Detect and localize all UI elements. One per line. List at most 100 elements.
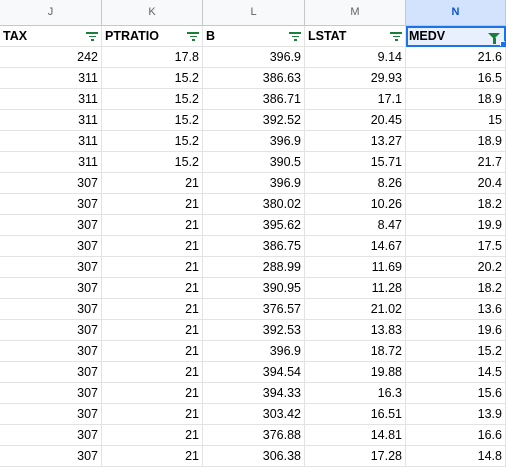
cell-b[interactable]: 390.95 (203, 278, 305, 299)
cell-lstat[interactable]: 17.28 (305, 446, 406, 467)
cell-ptratio[interactable]: 17.8 (102, 47, 203, 68)
cell-b[interactable]: 386.63 (203, 68, 305, 89)
cell-medv[interactable]: 18.2 (406, 278, 506, 299)
active-filter-icon[interactable] (488, 33, 500, 44)
cell-b[interactable]: 394.54 (203, 362, 305, 383)
cell-ptratio[interactable]: 21 (102, 299, 203, 320)
cell-ptratio[interactable]: 21 (102, 341, 203, 362)
cell-ptratio[interactable]: 15.2 (102, 68, 203, 89)
cell-tax[interactable]: 307 (0, 215, 102, 236)
cell-b[interactable]: 288.99 (203, 257, 305, 278)
cell-lstat[interactable]: 14.81 (305, 425, 406, 446)
cell-ptratio[interactable]: 21 (102, 215, 203, 236)
cell-lstat[interactable]: 21.02 (305, 299, 406, 320)
cell-tax[interactable]: 307 (0, 194, 102, 215)
cell-lstat[interactable]: 8.26 (305, 173, 406, 194)
cell-tax[interactable]: 311 (0, 110, 102, 131)
filter-icon[interactable] (390, 31, 402, 41)
cell-ptratio[interactable]: 21 (102, 320, 203, 341)
cell-lstat[interactable]: 11.69 (305, 257, 406, 278)
cell-b[interactable]: 395.62 (203, 215, 305, 236)
header-cell-tax[interactable]: TAX (0, 26, 102, 47)
column-header-k[interactable]: K (102, 0, 203, 26)
cell-medv[interactable]: 14.8 (406, 446, 506, 467)
cell-b[interactable]: 390.5 (203, 152, 305, 173)
cell-ptratio[interactable]: 21 (102, 257, 203, 278)
cell-ptratio[interactable]: 21 (102, 194, 203, 215)
cell-medv[interactable]: 16.5 (406, 68, 506, 89)
cell-medv[interactable]: 19.6 (406, 320, 506, 341)
cell-tax[interactable]: 307 (0, 320, 102, 341)
filter-icon[interactable] (289, 31, 301, 41)
cell-ptratio[interactable]: 15.2 (102, 152, 203, 173)
cell-tax[interactable]: 307 (0, 404, 102, 425)
cell-tax[interactable]: 307 (0, 362, 102, 383)
cell-lstat[interactable]: 9.14 (305, 47, 406, 68)
cell-tax[interactable]: 307 (0, 278, 102, 299)
cell-b[interactable]: 306.38 (203, 446, 305, 467)
cell-tax[interactable]: 311 (0, 152, 102, 173)
cell-lstat[interactable]: 16.3 (305, 383, 406, 404)
cell-b[interactable]: 392.53 (203, 320, 305, 341)
cell-b[interactable]: 380.02 (203, 194, 305, 215)
cell-b[interactable]: 386.75 (203, 236, 305, 257)
cell-ptratio[interactable]: 21 (102, 446, 203, 467)
cell-lstat[interactable]: 10.26 (305, 194, 406, 215)
cell-tax[interactable]: 311 (0, 131, 102, 152)
cell-lstat[interactable]: 14.67 (305, 236, 406, 257)
header-cell-b[interactable]: B (203, 26, 305, 47)
filter-icon[interactable] (187, 31, 199, 41)
filter-icon[interactable] (86, 31, 98, 41)
cell-b[interactable]: 396.9 (203, 341, 305, 362)
cell-tax[interactable]: 307 (0, 236, 102, 257)
cell-medv[interactable]: 18.2 (406, 194, 506, 215)
cell-b[interactable]: 396.9 (203, 47, 305, 68)
header-cell-lstat[interactable]: LSTAT (305, 26, 406, 47)
cell-ptratio[interactable]: 21 (102, 425, 203, 446)
cell-b[interactable]: 303.42 (203, 404, 305, 425)
cell-ptratio[interactable]: 15.2 (102, 131, 203, 152)
cell-lstat[interactable]: 13.83 (305, 320, 406, 341)
cell-medv[interactable]: 20.2 (406, 257, 506, 278)
cell-lstat[interactable]: 29.93 (305, 68, 406, 89)
cell-medv[interactable]: 15.6 (406, 383, 506, 404)
fill-handle[interactable] (500, 41, 505, 46)
cell-tax[interactable]: 242 (0, 47, 102, 68)
cell-ptratio[interactable]: 15.2 (102, 89, 203, 110)
cell-ptratio[interactable]: 21 (102, 362, 203, 383)
cell-medv[interactable]: 15 (406, 110, 506, 131)
cell-b[interactable]: 392.52 (203, 110, 305, 131)
cell-ptratio[interactable]: 15.2 (102, 110, 203, 131)
cell-lstat[interactable]: 16.51 (305, 404, 406, 425)
cell-ptratio[interactable]: 21 (102, 383, 203, 404)
cell-medv[interactable]: 16.6 (406, 425, 506, 446)
column-header-m[interactable]: M (305, 0, 406, 26)
cell-b[interactable]: 396.9 (203, 173, 305, 194)
cell-tax[interactable]: 307 (0, 425, 102, 446)
cell-tax[interactable]: 307 (0, 257, 102, 278)
cell-lstat[interactable]: 13.27 (305, 131, 406, 152)
cell-b[interactable]: 376.88 (203, 425, 305, 446)
cell-lstat[interactable]: 19.88 (305, 362, 406, 383)
cell-medv[interactable]: 21.6 (406, 47, 506, 68)
cell-medv[interactable]: 19.9 (406, 215, 506, 236)
cell-medv[interactable]: 17.5 (406, 236, 506, 257)
cell-tax[interactable]: 307 (0, 341, 102, 362)
cell-medv[interactable]: 13.9 (406, 404, 506, 425)
cell-medv[interactable]: 21.7 (406, 152, 506, 173)
cell-b[interactable]: 396.9 (203, 131, 305, 152)
cell-medv[interactable]: 20.4 (406, 173, 506, 194)
cell-tax[interactable]: 307 (0, 299, 102, 320)
cell-medv[interactable]: 15.2 (406, 341, 506, 362)
cell-medv[interactable]: 18.9 (406, 89, 506, 110)
cell-ptratio[interactable]: 21 (102, 278, 203, 299)
header-cell-ptratio[interactable]: PTRATIO (102, 26, 203, 47)
cell-lstat[interactable]: 15.71 (305, 152, 406, 173)
cell-tax[interactable]: 311 (0, 89, 102, 110)
cell-tax[interactable]: 307 (0, 383, 102, 404)
header-cell-medv[interactable]: MEDV (406, 26, 506, 47)
column-header-n[interactable]: N (406, 0, 506, 26)
cell-lstat[interactable]: 17.1 (305, 89, 406, 110)
cell-lstat[interactable]: 11.28 (305, 278, 406, 299)
cell-medv[interactable]: 18.9 (406, 131, 506, 152)
